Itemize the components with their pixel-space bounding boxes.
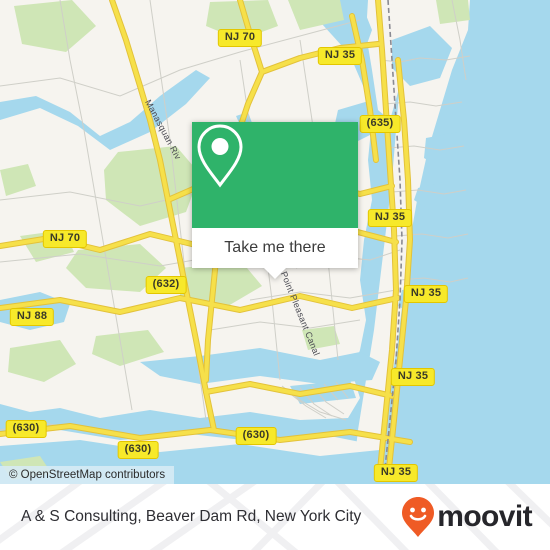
route-shield-635[interactable]: (635) bbox=[359, 115, 401, 133]
take-me-there-button[interactable]: Take me there bbox=[192, 228, 358, 268]
take-me-there-label: Take me there bbox=[224, 239, 326, 256]
callout-image-area bbox=[192, 122, 358, 228]
moovit-wordmark: moovit bbox=[437, 500, 532, 533]
route-shield-nj35-mid[interactable]: NJ 35 bbox=[367, 209, 413, 227]
route-shield-nj35-south[interactable]: NJ 35 bbox=[390, 368, 436, 386]
route-shield-630-west[interactable]: (630) bbox=[5, 420, 47, 438]
route-shield-632[interactable]: (632) bbox=[145, 276, 187, 294]
place-title: A & S Consulting, Beaver Dam Rd, New Yor… bbox=[21, 508, 362, 525]
callout-pointer-tail bbox=[263, 267, 287, 279]
map-pin-icon bbox=[197, 124, 243, 188]
moovit-logo[interactable]: moovit bbox=[401, 484, 533, 550]
map-canvas[interactable]: Manasquan Riv Point Pleasant Canal NJ 70… bbox=[0, 0, 550, 484]
route-shield-nj70-west[interactable]: NJ 70 bbox=[42, 230, 88, 248]
route-shield-nj35-north[interactable]: NJ 35 bbox=[317, 47, 363, 65]
route-shield-nj35-bottom[interactable]: NJ 35 bbox=[373, 464, 419, 482]
route-shield-nj88[interactable]: NJ 88 bbox=[9, 308, 55, 326]
osm-attribution[interactable]: © OpenStreetMap contributors bbox=[0, 466, 175, 484]
screenshot-root: Manasquan Riv Point Pleasant Canal NJ 70… bbox=[0, 0, 550, 550]
route-shield-nj35-east[interactable]: NJ 35 bbox=[403, 285, 449, 303]
footer-bar: A & S Consulting, Beaver Dam Rd, New Yor… bbox=[0, 484, 550, 550]
route-shield-630-east[interactable]: (630) bbox=[235, 427, 277, 445]
route-shield-nj70-north[interactable]: NJ 70 bbox=[217, 29, 263, 47]
location-callout[interactable]: Take me there bbox=[192, 122, 358, 279]
moovit-smiley-pin-icon bbox=[402, 497, 435, 537]
route-shield-630-center[interactable]: (630) bbox=[117, 441, 159, 459]
